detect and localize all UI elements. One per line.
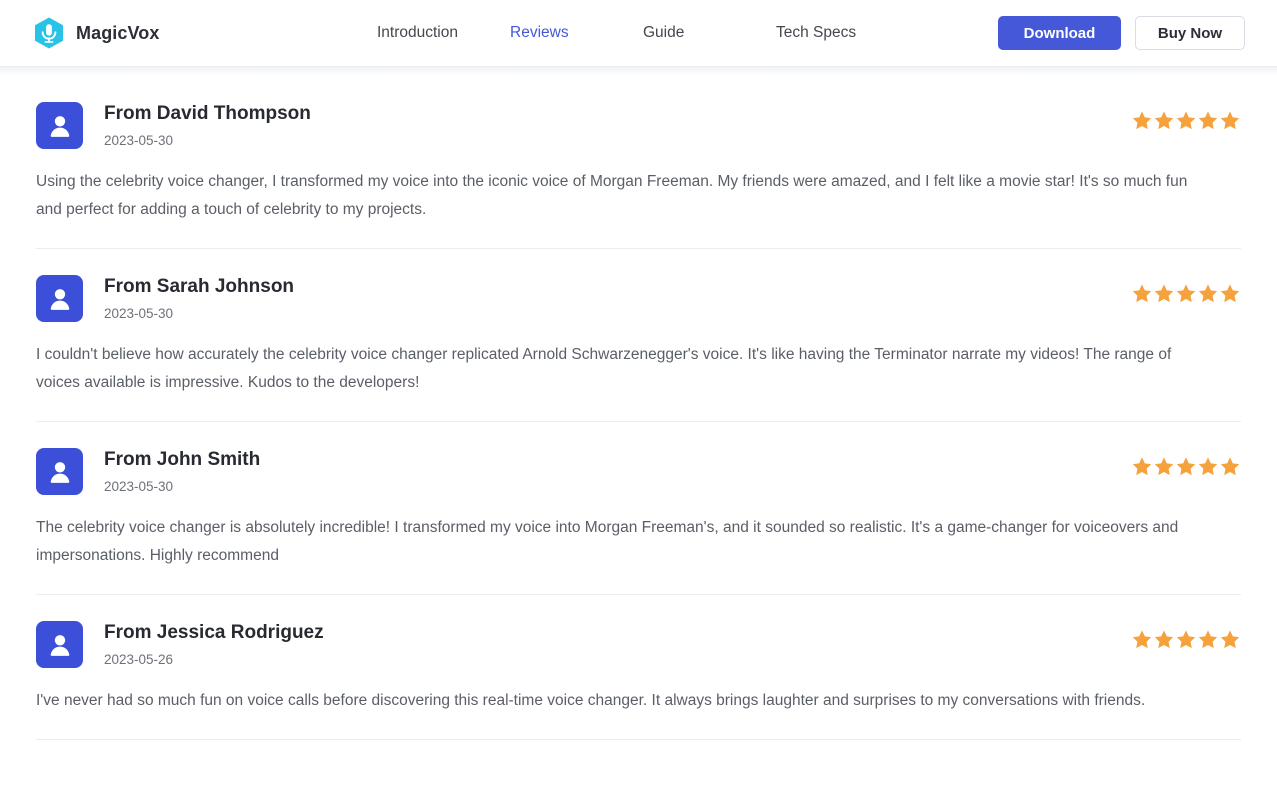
nav-item-tech-specs[interactable]: Tech Specs (776, 18, 856, 47)
reviewer-info: From Jessica Rodriguez 2023-05-26 (104, 621, 1131, 667)
star-icon (1131, 455, 1153, 477)
reviewer-name: From Jessica Rodriguez (104, 623, 1131, 644)
user-avatar-icon (36, 621, 83, 668)
nav-slot-guide: Guide (643, 24, 776, 42)
review-item: From Sarah Johnson 2023-05-30 I couldn't… (36, 249, 1241, 422)
download-button[interactable]: Download (998, 16, 1121, 50)
nav-slot-introduction: Introduction (377, 24, 510, 42)
reviewer-info: From John Smith 2023-05-30 (104, 448, 1131, 494)
brand-logo[interactable]: MagicVox (32, 16, 332, 50)
star-icon (1197, 109, 1219, 131)
header-divider (0, 66, 1277, 76)
star-icon (1153, 455, 1175, 477)
review-header: From David Thompson 2023-05-30 (36, 102, 1241, 149)
star-icon (1153, 628, 1175, 650)
review-item: From David Thompson 2023-05-30 Using the… (36, 76, 1241, 249)
star-icon (1175, 109, 1197, 131)
star-icon (1197, 282, 1219, 304)
review-text: I couldn't believe how accurately the ce… (36, 341, 1211, 397)
user-avatar-icon (36, 102, 83, 149)
nav-item-reviews[interactable]: Reviews (510, 18, 569, 47)
review-text: Using the celebrity voice changer, I tra… (36, 168, 1211, 224)
nav-item-introduction[interactable]: Introduction (377, 18, 458, 47)
nav-slot-tech-specs: Tech Specs (776, 24, 909, 42)
review-date: 2023-05-30 (104, 133, 1131, 148)
site-header: MagicVox Introduction Reviews Guide Tech… (0, 0, 1277, 66)
reviewer-name: From Sarah Johnson (104, 277, 1131, 298)
star-icon (1197, 628, 1219, 650)
review-item: From John Smith 2023-05-30 The celebrity… (36, 422, 1241, 595)
star-rating (1131, 455, 1241, 477)
user-avatar-icon (36, 448, 83, 495)
star-icon (1175, 282, 1197, 304)
star-rating (1131, 282, 1241, 304)
reviewer-name: From David Thompson (104, 104, 1131, 125)
microphone-hexagon-icon (32, 16, 66, 50)
review-item: From Jessica Rodriguez 2023-05-26 I've n… (36, 595, 1241, 740)
reviewer-name: From John Smith (104, 450, 1131, 471)
reviews-list: From David Thompson 2023-05-30 Using the… (0, 76, 1277, 740)
star-rating (1131, 109, 1241, 131)
buy-now-button[interactable]: Buy Now (1135, 16, 1245, 50)
star-icon (1197, 455, 1219, 477)
star-icon (1219, 282, 1241, 304)
review-header: From Jessica Rodriguez 2023-05-26 (36, 621, 1241, 668)
header-actions: Download Buy Now (998, 16, 1245, 50)
review-date: 2023-05-30 (104, 479, 1131, 494)
nav-slot-reviews: Reviews (510, 24, 643, 42)
star-icon (1131, 109, 1153, 131)
review-text: I've never had so much fun on voice call… (36, 687, 1211, 715)
star-icon (1153, 282, 1175, 304)
review-header: From John Smith 2023-05-30 (36, 448, 1241, 495)
star-rating (1131, 628, 1241, 650)
brand-name: MagicVox (76, 23, 160, 44)
star-icon (1175, 628, 1197, 650)
review-date: 2023-05-30 (104, 306, 1131, 321)
star-icon (1131, 628, 1153, 650)
star-icon (1131, 282, 1153, 304)
reviewer-info: From Sarah Johnson 2023-05-30 (104, 275, 1131, 321)
star-icon (1175, 455, 1197, 477)
star-icon (1219, 455, 1241, 477)
reviewer-info: From David Thompson 2023-05-30 (104, 102, 1131, 148)
review-date: 2023-05-26 (104, 652, 1131, 667)
star-icon (1219, 109, 1241, 131)
review-text: The celebrity voice changer is absolutel… (36, 514, 1211, 570)
star-icon (1153, 109, 1175, 131)
review-header: From Sarah Johnson 2023-05-30 (36, 275, 1241, 322)
nav-item-guide[interactable]: Guide (643, 18, 684, 47)
user-avatar-icon (36, 275, 83, 322)
main-nav: Introduction Reviews Guide Tech Specs (377, 24, 998, 42)
star-icon (1219, 628, 1241, 650)
